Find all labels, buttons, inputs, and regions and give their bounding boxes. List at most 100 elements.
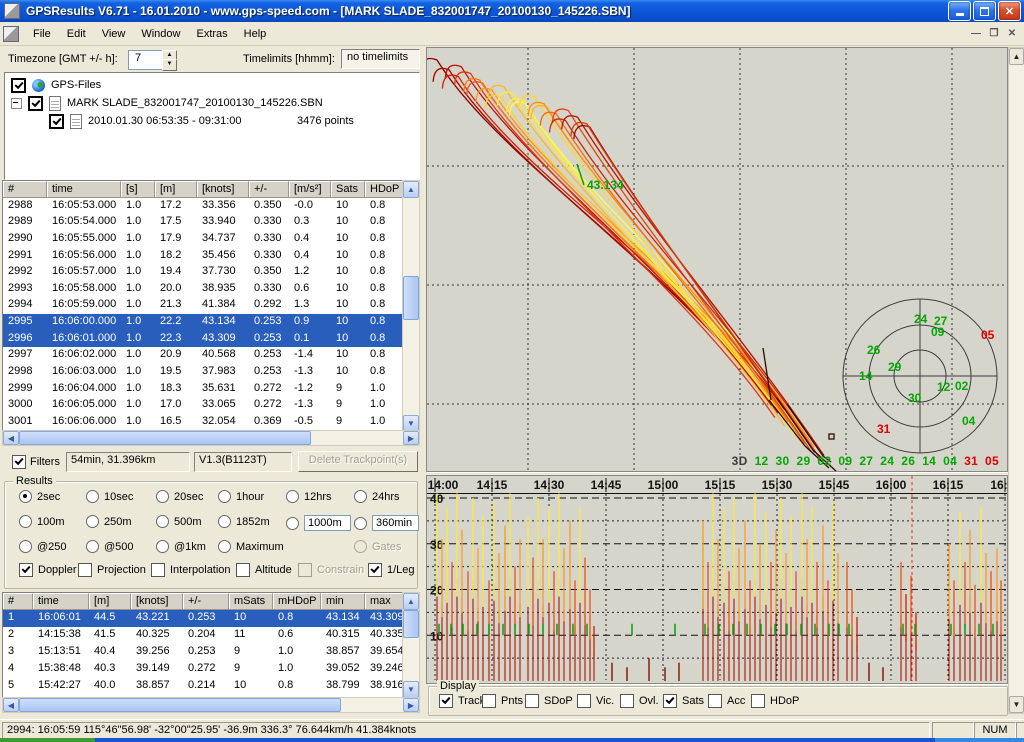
checkbox-control[interactable]	[663, 694, 677, 708]
scroll-up-icon[interactable]: ▲	[403, 181, 419, 198]
table-row[interactable]: 299216:05:57.0001.019.437.7300.3501.2100…	[3, 264, 403, 281]
checkbox-control[interactable]	[236, 563, 250, 577]
tree-item-file[interactable]: MARK SLADE_832001747_20100130_145226.SBN	[5, 94, 419, 112]
gps-files-checkbox[interactable]	[11, 78, 26, 93]
checkbox-display-vic-[interactable]: Vic.	[577, 694, 614, 708]
results-table-hscrollbar[interactable]: ◀ ▶	[2, 697, 420, 713]
column-header[interactable]: +/-	[183, 593, 229, 610]
checkbox-constrain[interactable]: Constrain	[298, 563, 364, 577]
radio-gates[interactable]: Gates	[354, 540, 401, 553]
radio-control[interactable]	[19, 515, 32, 528]
checkbox-display-ovl-[interactable]: Ovl.	[620, 694, 659, 708]
radio-control[interactable]	[286, 490, 299, 503]
timelimits-value[interactable]: no timelimits	[341, 49, 420, 69]
column-header[interactable]: [s]	[121, 181, 155, 198]
radio--500[interactable]: @500	[86, 540, 134, 553]
column-header[interactable]: [knots]	[131, 593, 183, 610]
table-row[interactable]: 299916:06:04.0001.018.335.6310.272-1.291…	[3, 381, 403, 398]
radio-control[interactable]	[86, 540, 99, 553]
radio-20sec[interactable]: 20sec	[156, 490, 203, 503]
checkbox-1-leg[interactable]: 1/Leg	[368, 563, 415, 577]
table-row[interactable]: 299016:05:55.0001.017.934.7370.3300.4100…	[3, 231, 403, 248]
radio-control[interactable]	[218, 540, 231, 553]
table-row[interactable]: 315:13:5140.439.2560.25391.038.85739.654	[3, 644, 403, 661]
radio-control[interactable]	[218, 490, 231, 503]
radio-360min[interactable]: 360min	[354, 515, 419, 531]
results-table-vscrollbar[interactable]: ▲ ▼	[402, 592, 420, 698]
scroll-up-icon[interactable]: ▲	[403, 593, 419, 610]
radio--1km[interactable]: @1km	[156, 540, 206, 553]
checkbox-control[interactable]	[620, 694, 634, 708]
checkbox-control[interactable]	[298, 563, 312, 577]
checkbox-display-pnts[interactable]: Pnts	[482, 694, 523, 708]
scroll-down-icon[interactable]: ▼	[403, 681, 419, 698]
radio-500m[interactable]: 500m	[156, 515, 202, 528]
radio-250m[interactable]: 250m	[86, 515, 132, 528]
radio-1852m[interactable]: 1852m	[218, 515, 270, 528]
checkbox-control[interactable]	[78, 563, 92, 577]
filters-summary-field[interactable]: 54min, 31.396km	[66, 452, 190, 472]
table-row[interactable]: 214:15:3841.540.3250.204110.640.31540.33…	[3, 627, 403, 644]
table-row[interactable]: 116:06:0144.543.2210.253100.843.13443.30…	[3, 610, 403, 627]
checkbox-control[interactable]	[151, 563, 165, 577]
checkbox-control[interactable]	[751, 694, 765, 708]
session-checkbox[interactable]	[49, 114, 64, 129]
tree-item-gps-files[interactable]: GPS-Files	[5, 76, 419, 94]
scroll-left-icon[interactable]: ◀	[3, 698, 19, 712]
table-row[interactable]: 300116:06:06.0001.016.532.0540.369-0.591…	[3, 414, 403, 431]
radio--250[interactable]: @250	[19, 540, 67, 553]
column-header[interactable]: HDoP	[365, 181, 403, 198]
filters-version-field[interactable]: V1.3(B1123T)	[194, 452, 292, 472]
table-row[interactable]: 299416:05:59.0001.021.341.3840.2921.3100…	[3, 297, 403, 314]
track-map[interactable]: 43.134242709052629141202300431 3D1230290…	[426, 47, 1008, 472]
table-row[interactable]: 515:42:2740.038.8570.214100.838.79938.91…	[3, 678, 403, 695]
scroll-up-icon[interactable]: ▲	[1009, 48, 1024, 65]
option-input-1000m[interactable]: 1000m	[304, 515, 351, 531]
radio-control[interactable]	[86, 515, 99, 528]
checkbox-control[interactable]	[482, 694, 496, 708]
mdi-restore-button[interactable]: ❐	[986, 26, 1002, 41]
radio-control[interactable]	[286, 517, 299, 530]
table-row[interactable]: 300016:06:05.0001.017.033.0650.272-1.391…	[3, 397, 403, 414]
column-header[interactable]: [knots]	[197, 181, 249, 198]
checkbox-control[interactable]	[368, 563, 382, 577]
column-header[interactable]: time	[47, 181, 121, 198]
collapse-icon[interactable]	[11, 98, 22, 109]
menu-file[interactable]: File	[25, 25, 59, 43]
table-row[interactable]: 298916:05:54.0001.017.533.9400.3300.3100…	[3, 214, 403, 231]
radio-control[interactable]	[218, 515, 231, 528]
column-header[interactable]: min	[321, 593, 365, 610]
hscroll-thumb[interactable]	[19, 431, 311, 445]
radio-control[interactable]	[156, 515, 169, 528]
column-header[interactable]: time	[33, 593, 89, 610]
mdi-close-button[interactable]: ✕	[1004, 26, 1020, 41]
trackpoint-table-vscrollbar[interactable]: ▲ ▼	[402, 180, 420, 432]
radio-control[interactable]	[86, 490, 99, 503]
vscroll-thumb[interactable]	[403, 610, 419, 638]
column-header[interactable]: #	[3, 593, 33, 610]
column-header[interactable]: max	[365, 593, 403, 610]
checkbox-doppler[interactable]: Doppler	[19, 563, 77, 577]
minimize-button[interactable]	[948, 1, 971, 21]
menu-view[interactable]: View	[94, 25, 134, 43]
radio-control[interactable]	[156, 490, 169, 503]
timezone-spinner[interactable]: 7	[128, 50, 163, 70]
menu-window[interactable]: Window	[133, 25, 188, 43]
table-row[interactable]: 299316:05:58.0001.020.038.9350.3300.6100…	[3, 281, 403, 298]
checkbox-control[interactable]	[19, 563, 33, 577]
table-row[interactable]: 299516:06:00.0001.022.243.1340.2530.9100…	[3, 314, 403, 331]
column-header[interactable]: mSats	[229, 593, 273, 610]
radio-control[interactable]	[354, 517, 367, 530]
radio-10sec[interactable]: 10sec	[86, 490, 133, 503]
checkbox-interpolation[interactable]: Interpolation	[151, 563, 231, 577]
windows-taskbar[interactable]	[0, 738, 1024, 742]
table-row[interactable]: 299116:05:56.0001.018.235.4560.3300.4100…	[3, 248, 403, 265]
checkbox-control[interactable]	[708, 694, 722, 708]
file-checkbox[interactable]	[28, 96, 43, 111]
checkbox-display-sats[interactable]: Sats	[663, 694, 704, 708]
radio-1000m[interactable]: 1000m	[286, 515, 351, 531]
mdi-minimize-button[interactable]: —	[968, 26, 984, 41]
scroll-down-icon[interactable]: ▼	[1009, 696, 1024, 713]
radio-control[interactable]	[354, 540, 367, 553]
column-header[interactable]: mHDoP	[273, 593, 321, 610]
